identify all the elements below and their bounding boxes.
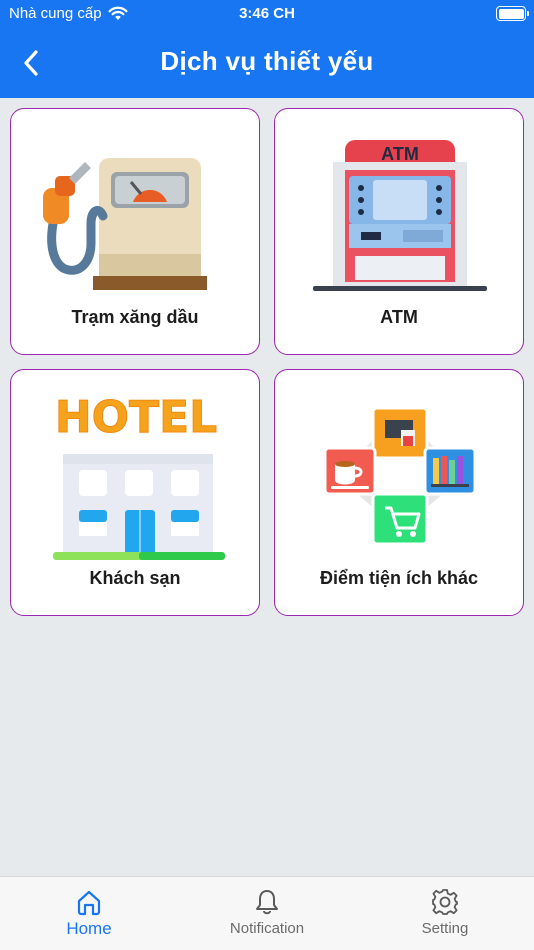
- service-label: Điểm tiện ích khác: [319, 568, 479, 588]
- tab-label: Notification: [229, 920, 305, 937]
- status-bar: Nhà cung cấp 3:46 CH: [0, 0, 534, 28]
- atm-sign-text: ATM: [381, 144, 419, 164]
- hotel-sign-text: HOTEL: [55, 392, 217, 443]
- status-time: 3:46 CH: [239, 5, 295, 22]
- gas-station-icon: [36, 131, 236, 301]
- atm-icon: ATM: [300, 131, 500, 301]
- service-label: Trạm xăng dầu: [71, 307, 199, 327]
- service-card-gas-station[interactable]: Trạm xăng dầu: [10, 108, 260, 355]
- service-label: Khách sạn: [89, 568, 181, 588]
- gear-icon: [432, 889, 458, 915]
- tab-setting[interactable]: Setting: [356, 877, 534, 950]
- tab-label: Home: [66, 919, 112, 938]
- hotel-icon: HOTEL: [36, 392, 236, 562]
- tab-label: Setting: [421, 920, 469, 937]
- bottom-tab-bar: Home Notification Setting: [0, 876, 534, 950]
- service-card-other[interactable]: Điểm tiện ích khác: [274, 369, 524, 616]
- page-title: Dịch vụ thiết yếu: [160, 46, 374, 76]
- tab-home[interactable]: Home: [0, 877, 178, 950]
- service-card-atm[interactable]: ATM ATM: [274, 108, 524, 355]
- app-header: Nhà cung cấp 3:46 CH Dịch vụ thiết yếu: [0, 0, 534, 98]
- other-amenities-icon: [300, 392, 500, 562]
- tab-notification[interactable]: Notification: [178, 877, 356, 950]
- service-label: ATM: [380, 307, 418, 327]
- battery-icon: [496, 6, 529, 21]
- bell-icon: [256, 890, 278, 915]
- service-card-hotel[interactable]: HOTEL Khách sạn: [10, 369, 260, 616]
- home-icon: [77, 890, 101, 916]
